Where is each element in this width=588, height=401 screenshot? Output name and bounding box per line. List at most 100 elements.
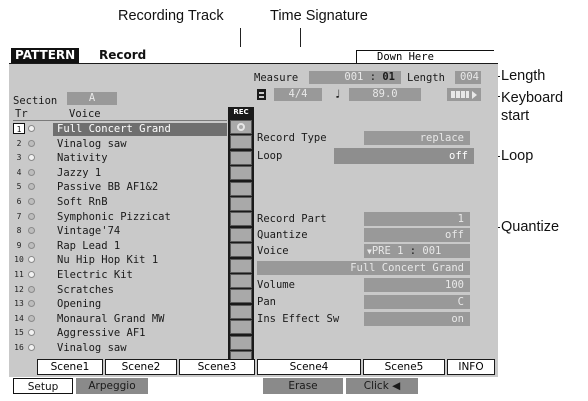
measure-value[interactable]: 001 : 01 — [309, 71, 401, 84]
tab-setup[interactable]: Setup — [13, 378, 73, 394]
track-row[interactable]: 8 Vintage'74 — [13, 225, 223, 240]
track-row[interactable]: 13 Opening — [13, 298, 223, 313]
mode-title: PATTERN — [11, 48, 80, 63]
time-signature-icon — [257, 89, 266, 100]
track-row[interactable]: 15 Aggressive AF1 — [13, 327, 223, 342]
section-value[interactable]: A — [67, 92, 117, 105]
track-row[interactable]: 6 Soft RnB — [13, 196, 223, 211]
rec-track-cell[interactable] — [230, 335, 252, 350]
track-status-icon — [28, 256, 35, 264]
track-list-divider — [13, 120, 227, 121]
track-row[interactable]: 14 Monaural Grand MW — [13, 313, 223, 328]
rec-track-cell[interactable] — [230, 289, 252, 304]
rec-track-column: REC TR — [228, 107, 254, 369]
tab-scene3[interactable]: Scene3 — [179, 359, 255, 375]
track-voice-name: Symphonic Pizzicat — [57, 210, 171, 223]
rec-track-cell[interactable] — [230, 135, 252, 150]
track-number: 12 — [14, 284, 24, 294]
rec-track-cell[interactable] — [230, 181, 252, 196]
track-row[interactable]: 3 Nativity — [13, 152, 223, 167]
record-part-value[interactable]: 1 — [364, 212, 470, 226]
quantize-value[interactable]: off — [364, 228, 470, 242]
click-button[interactable]: Click ◀︎ — [346, 378, 418, 394]
rec-track-cell[interactable] — [230, 197, 252, 211]
track-voice-name: Full Concert Grand — [57, 123, 171, 135]
loop-value[interactable]: off — [334, 148, 474, 164]
pan-value[interactable]: C — [364, 295, 470, 309]
record-part-label: Record Part — [257, 213, 327, 225]
tab-scene2[interactable]: Scene2 — [105, 359, 177, 375]
col-tr-label: Tr — [15, 108, 28, 120]
quantize-label: Quantize — [257, 229, 308, 241]
track-number: 5 — [16, 182, 22, 192]
rec-track-cell[interactable] — [230, 274, 252, 288]
track-number: 3 — [16, 153, 22, 163]
track-voice-name: Soft RnB — [57, 196, 108, 208]
track-number: 13 — [14, 299, 24, 309]
page-title: Record — [95, 48, 151, 63]
track-row[interactable]: 11 Electric Kit — [13, 269, 223, 284]
track-voice-name: Rap Lead 1 — [57, 239, 121, 252]
song-name: Down Here — [356, 50, 494, 63]
voice-select[interactable]: ▼PRE 1 : 001 — [364, 244, 470, 258]
track-voice-name: Vintage'74 — [57, 225, 121, 238]
tab-scene5[interactable]: Scene5 — [363, 359, 445, 375]
voice-label: Voice — [257, 245, 289, 257]
track-status-icon — [28, 154, 35, 162]
tab-scene4[interactable]: Scene4 — [257, 359, 361, 375]
track-row[interactable]: 10 Nu Hip Hop Kit 1 — [13, 254, 223, 269]
rec-track-cell[interactable] — [230, 212, 252, 227]
track-row[interactable]: 16 Vinalog saw — [13, 342, 223, 357]
record-track-icon — [237, 123, 245, 131]
track-voice-name: Nativity — [57, 152, 108, 165]
track-status-icon — [28, 183, 35, 191]
track-row[interactable]: 5 Passive BB AF1&2 — [13, 181, 223, 196]
track-voice-name: Passive BB AF1&2 — [57, 181, 159, 194]
track-number: 8 — [16, 226, 22, 236]
ins-effect-label: Ins Effect Sw — [257, 313, 340, 325]
rec-track-header: REC TR — [233, 108, 249, 127]
loop-label: Loop — [257, 150, 283, 162]
track-number: 9 — [16, 240, 22, 250]
rec-track-cell[interactable] — [230, 227, 252, 242]
tab-scene1[interactable]: Scene1 — [37, 359, 103, 375]
rec-track-cell[interactable] — [230, 166, 252, 181]
callout-length: Length — [501, 68, 546, 84]
volume-label: Volume — [257, 279, 295, 291]
rec-track-cell[interactable] — [230, 120, 252, 134]
rec-track-cell[interactable] — [230, 150, 252, 165]
track-number: 6 — [16, 197, 22, 206]
keyboard-start-icon[interactable] — [447, 88, 481, 101]
time-signature-value[interactable]: 4/4 — [274, 88, 322, 101]
track-status-icon — [28, 168, 35, 176]
erase-button[interactable]: Erase — [263, 378, 343, 394]
tab-info[interactable]: INFO — [447, 359, 495, 375]
track-status-icon — [28, 139, 35, 147]
track-row[interactable]: 7 Symphonic Pizzicat — [13, 211, 223, 226]
speaker-icon: ◀︎ — [392, 380, 401, 392]
track-row[interactable]: 1 Full Concert Grand — [13, 123, 227, 138]
ins-effect-value[interactable]: on — [364, 312, 470, 326]
track-voice-name: Vinalog saw — [57, 342, 127, 354]
track-status-icon — [28, 300, 35, 308]
track-status-icon — [28, 344, 35, 351]
rec-track-cell[interactable] — [230, 243, 252, 258]
volume-value[interactable]: 100 — [364, 278, 470, 292]
track-row[interactable]: 12 Scratches — [13, 284, 223, 299]
track-status-icon — [28, 285, 35, 293]
record-type-value[interactable]: replace — [364, 131, 470, 145]
track-status-icon — [28, 227, 35, 235]
rec-track-cell[interactable] — [230, 320, 252, 335]
track-voice-name: Opening — [57, 298, 102, 311]
track-status-icon — [28, 198, 35, 205]
track-number: 15 — [14, 328, 24, 338]
track-row[interactable]: 2 Vinalog saw — [13, 138, 223, 153]
rec-track-cell[interactable] — [230, 304, 252, 319]
track-status-icon — [28, 329, 35, 337]
rec-track-cell[interactable] — [230, 258, 252, 273]
track-row[interactable]: 9 Rap Lead 1 — [13, 240, 223, 255]
track-row[interactable]: 4 Jazzy 1 — [13, 167, 223, 182]
length-value[interactable]: 004 — [455, 71, 481, 84]
tab-arpeggio[interactable]: Arpeggio — [76, 378, 148, 394]
tempo-value[interactable]: 89.0 — [349, 88, 421, 101]
